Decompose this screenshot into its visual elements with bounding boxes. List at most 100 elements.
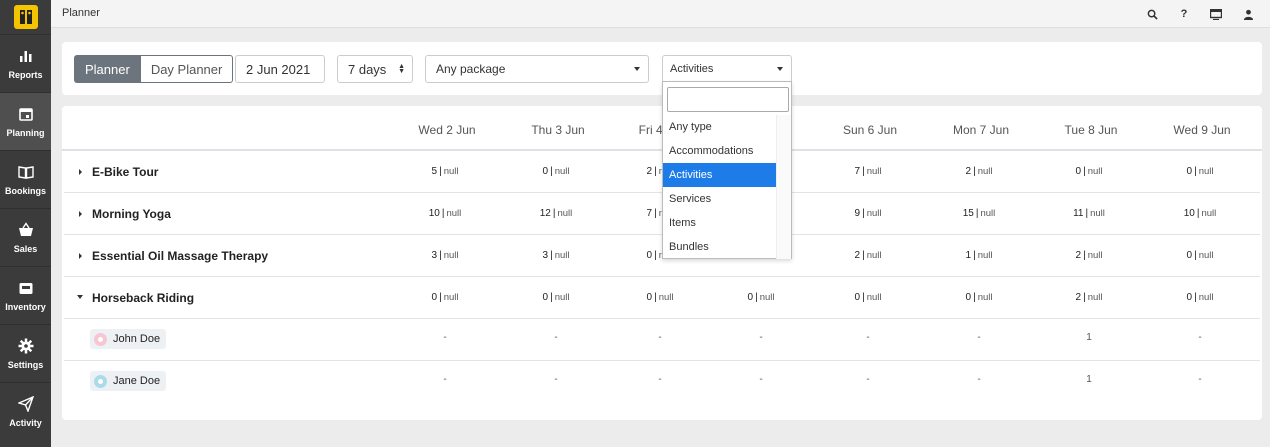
range-select[interactable]: 7 days ▲ ▼	[337, 55, 413, 83]
up-down-icon: ▲ ▼	[398, 63, 405, 75]
resource-cell[interactable]: -	[813, 332, 923, 343]
resource-tag[interactable]: Jane Doe	[90, 371, 167, 391]
day-planner-view-button[interactable]: Day Planner	[140, 55, 234, 83]
cell-count: 2	[1075, 292, 1082, 303]
cell-count: 10	[428, 208, 440, 219]
caret-down-icon[interactable]	[77, 295, 83, 299]
resource-row[interactable]: John Doe - - - - - -1-	[64, 319, 1260, 361]
resource-cell[interactable]: -	[924, 332, 1034, 343]
availability-cell[interactable]: 2|null	[1034, 292, 1144, 303]
caret-right-icon[interactable]	[79, 169, 82, 175]
resource-cell[interactable]: 1	[1034, 332, 1144, 343]
sidebar-item-sales[interactable]: Sales	[0, 208, 51, 266]
availability-cell[interactable]: 0|null	[924, 292, 1034, 303]
availability-cell[interactable]: 3 | null	[390, 250, 500, 261]
availability-cell[interactable]: 0|null	[501, 166, 611, 177]
caret-right-icon[interactable]	[79, 253, 82, 259]
caret-right-icon[interactable]	[79, 211, 82, 217]
resource-row[interactable]: Jane Doe - - - - - -1-	[64, 361, 1260, 403]
cell-null-label: null	[980, 208, 996, 219]
dropdown-option-any-type[interactable]: Any type	[663, 115, 777, 139]
package-select[interactable]: Any package	[425, 55, 649, 83]
dropdown-option-items[interactable]: Items	[663, 211, 777, 235]
resource-cell[interactable]: -	[706, 374, 816, 385]
availability-cell[interactable]: 2|null	[924, 166, 1034, 177]
resource-cell[interactable]: -	[605, 332, 715, 343]
dropdown-option-services[interactable]: Services	[663, 187, 777, 211]
app-logo[interactable]	[0, 0, 51, 34]
planner-row[interactable]: Horseback Riding 0 | null 0 | null 0 | null 0 | null…	[64, 277, 1260, 319]
sidebar-item-settings[interactable]: Settings	[0, 324, 51, 382]
cell-count: 0	[854, 292, 861, 303]
availability-cell[interactable]: 2|null	[1034, 250, 1144, 261]
help-icon[interactable]: ?	[1176, 6, 1192, 22]
availability-cell[interactable]: 0|null	[1145, 250, 1255, 261]
resource-cell[interactable]: -	[1145, 374, 1255, 385]
resource-cell[interactable]: -	[390, 332, 500, 343]
availability-cell[interactable]: 0|null	[706, 292, 816, 303]
resource-cell[interactable]: 1	[1034, 374, 1144, 385]
resource-tag[interactable]: John Doe	[90, 329, 167, 349]
availability-cell[interactable]: 0|null	[501, 292, 611, 303]
cell-count: 0	[1186, 166, 1193, 177]
cell-separator: |	[973, 250, 976, 261]
cell-separator: |	[441, 208, 445, 219]
resource-cell[interactable]: -	[1145, 332, 1255, 343]
cell-count: 15	[962, 208, 974, 219]
availability-cell[interactable]: 0|null	[1145, 166, 1255, 177]
availability-cell[interactable]: 11 | null	[1034, 208, 1144, 219]
row-name: Essential Oil Massage Therapy	[92, 249, 269, 263]
page-title: Planner	[62, 7, 100, 19]
availability-cell[interactable]: 9 | null	[813, 208, 923, 219]
resource-name: John Doe	[113, 333, 161, 345]
sidebar-item-activity[interactable]: Activity	[0, 382, 51, 440]
cell-separator: |	[1196, 208, 1200, 219]
dropdown-option-accommodations[interactable]: Accommodations	[663, 139, 777, 163]
availability-cell[interactable]: 0|null	[813, 292, 923, 303]
search-icon[interactable]	[1144, 6, 1160, 22]
sidebar-item-planning[interactable]: Planning	[0, 92, 51, 150]
availability-cell[interactable]: 1 | null	[924, 250, 1034, 261]
top-bar: Planner ?	[51, 0, 1270, 28]
date-input[interactable]: 2 Jun 2021	[235, 55, 325, 83]
user-icon[interactable]	[1240, 6, 1256, 22]
type-select[interactable]: Activities	[662, 55, 792, 83]
resource-cell[interactable]: -	[501, 374, 611, 385]
availability-cell[interactable]: 3 | null	[501, 250, 611, 261]
availability-cell[interactable]: 2|null	[813, 250, 923, 261]
sidebar-item-inventory[interactable]: Inventory	[0, 266, 51, 324]
resource-cell[interactable]: -	[501, 332, 611, 343]
availability-cell[interactable]: 0|null	[1034, 166, 1144, 177]
availability-cell[interactable]: 0|null	[1145, 292, 1255, 303]
resource-cell[interactable]: -	[924, 374, 1034, 385]
cell-separator: |	[862, 166, 865, 177]
availability-cell[interactable]: 12 | null	[501, 208, 611, 219]
cell-null-label: null	[977, 292, 993, 303]
resource-cell[interactable]: -	[605, 374, 715, 385]
sidebar-item-reports[interactable]: Reports	[0, 34, 51, 92]
cell-separator: |	[973, 166, 976, 177]
cell-null-label: null	[1201, 208, 1217, 219]
cell-count: 0	[646, 250, 653, 261]
sidebar-item-bookings[interactable]: Bookings	[0, 150, 51, 208]
dropdown-option-activities[interactable]: Activities	[663, 163, 777, 187]
resource-cell[interactable]: -	[390, 374, 500, 385]
cell-null-label: null	[866, 292, 882, 303]
monitor-icon[interactable]	[1208, 6, 1224, 22]
cell-separator: |	[654, 292, 657, 303]
dropdown-option-bundles[interactable]: Bundles	[663, 235, 777, 259]
resource-cell[interactable]: -	[706, 332, 816, 343]
cell-separator: |	[1083, 250, 1086, 261]
availability-cell[interactable]: 5 | null	[390, 166, 500, 177]
dropdown-scrollbar[interactable]	[776, 115, 791, 259]
resource-cell[interactable]: -	[813, 374, 923, 385]
availability-cell[interactable]: 0|null	[605, 292, 715, 303]
cell-count: 12	[539, 208, 551, 219]
planner-view-button[interactable]: Planner	[74, 55, 141, 83]
dropdown-search-input[interactable]	[667, 87, 789, 112]
availability-cell[interactable]: 10 | null	[390, 208, 500, 219]
availability-cell[interactable]: 0|null	[390, 292, 500, 303]
availability-cell[interactable]: 15 | null	[924, 208, 1034, 219]
availability-cell[interactable]: 10 | null	[1145, 208, 1255, 219]
availability-cell[interactable]: 7|null	[813, 166, 923, 177]
